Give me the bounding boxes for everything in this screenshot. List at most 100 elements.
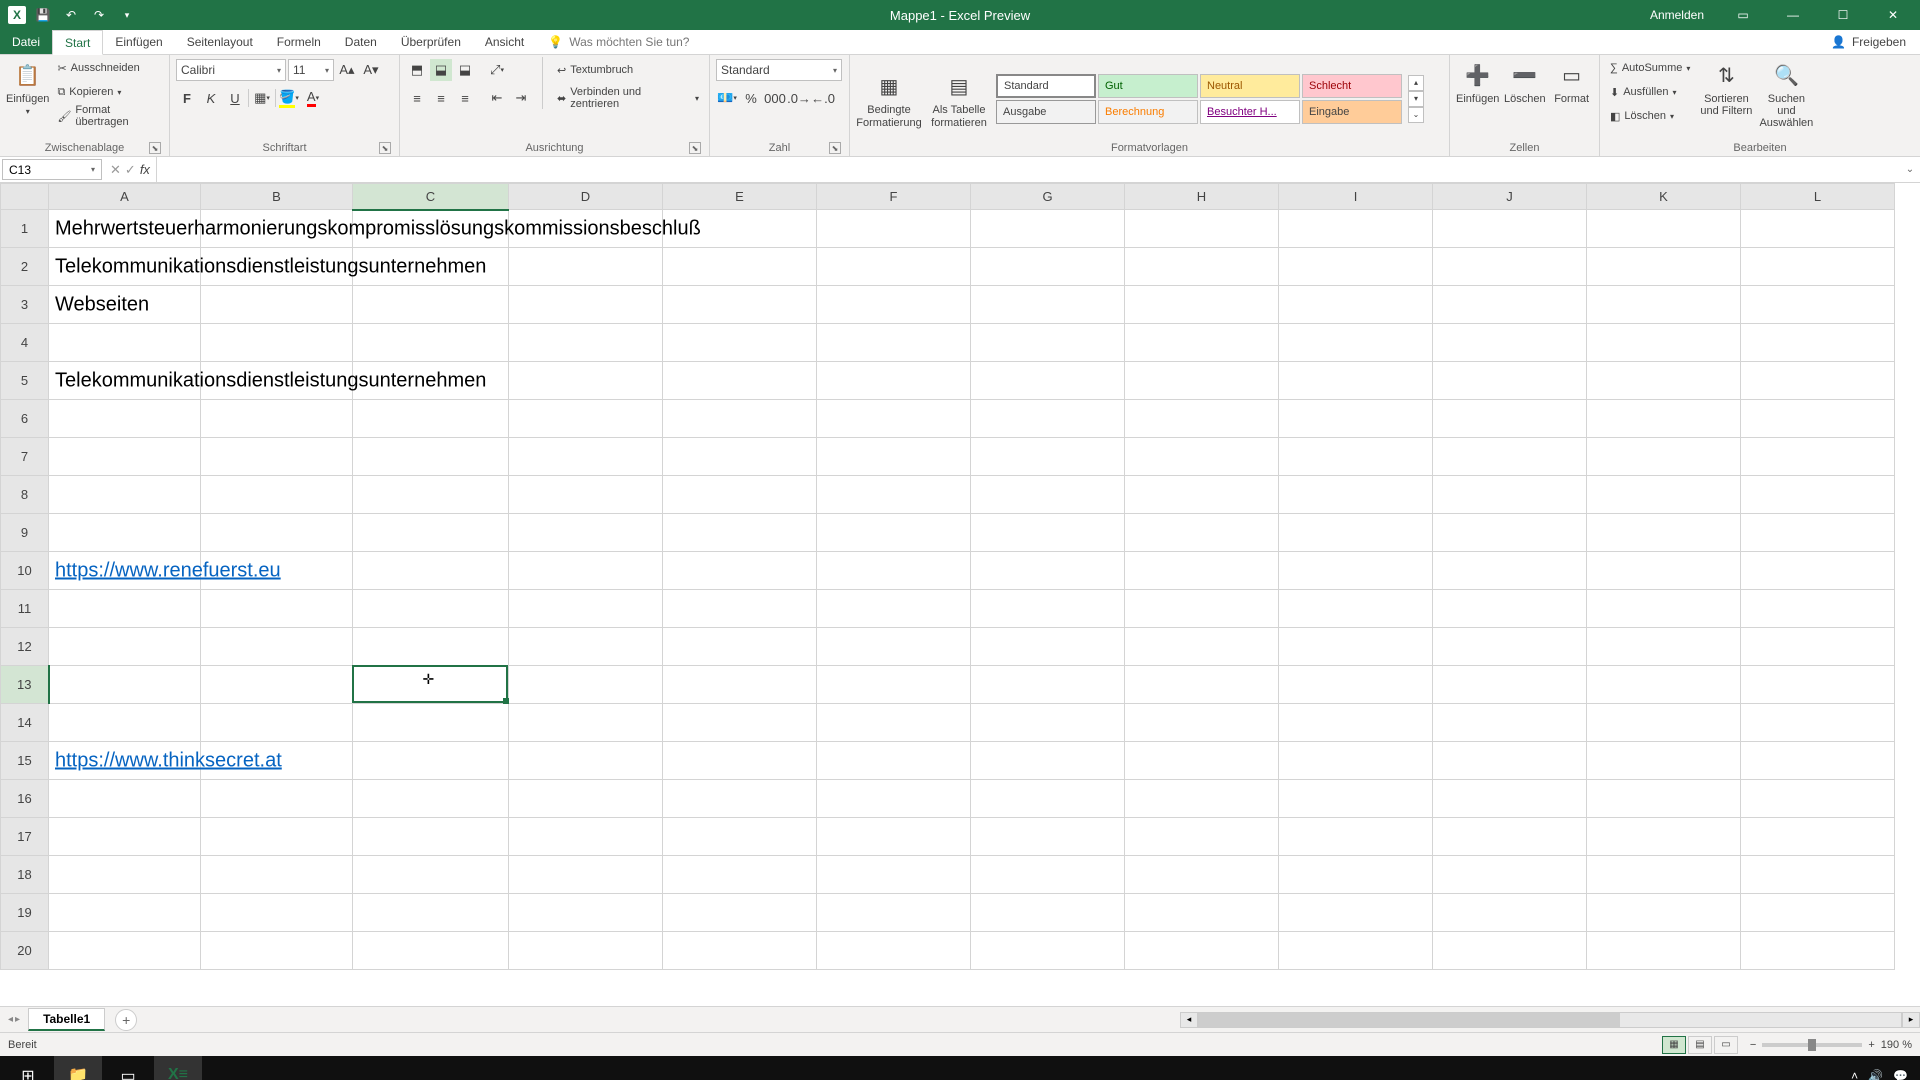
cell[interactable]: [509, 894, 663, 932]
wrap-text-button[interactable]: ↩Textumbruch: [553, 59, 703, 81]
accounting-format-icon[interactable]: 💶▾: [716, 87, 738, 109]
format-as-table-button[interactable]: ▤ Als Tabelle formatieren: [926, 68, 992, 128]
cell[interactable]: [817, 552, 971, 590]
underline-icon[interactable]: U: [224, 87, 246, 109]
cell[interactable]: [817, 780, 971, 818]
conditional-formatting-button[interactable]: ▦ Bedingte Formatierung: [856, 68, 922, 128]
style-besuchter-hyperlink[interactable]: Besuchter H...: [1200, 100, 1300, 124]
cell[interactable]: [663, 476, 817, 514]
cell[interactable]: [1125, 818, 1279, 856]
cell[interactable]: [201, 210, 353, 248]
cell[interactable]: [1279, 666, 1433, 704]
cell[interactable]: [1125, 362, 1279, 400]
cell[interactable]: [353, 932, 509, 970]
cell[interactable]: Telekommunikationsdienstleistungsunterne…: [49, 362, 201, 400]
copy-button[interactable]: ⧉Kopieren▾: [53, 81, 163, 103]
increase-indent-icon[interactable]: ⇥: [510, 87, 532, 109]
cell[interactable]: [509, 628, 663, 666]
style-berechnung[interactable]: Berechnung: [1098, 100, 1198, 124]
cell[interactable]: [1587, 704, 1741, 742]
tab-review[interactable]: Überprüfen: [389, 30, 473, 54]
cell[interactable]: [663, 552, 817, 590]
row-header[interactable]: 4: [1, 324, 49, 362]
insert-cells-button[interactable]: ➕Einfügen: [1456, 57, 1499, 105]
cell[interactable]: [1587, 438, 1741, 476]
row-header[interactable]: 1: [1, 210, 49, 248]
gallery-up-icon[interactable]: ▴: [1408, 75, 1424, 91]
cell[interactable]: [1433, 932, 1587, 970]
cell[interactable]: [663, 856, 817, 894]
cell[interactable]: [1279, 628, 1433, 666]
cell[interactable]: [201, 324, 353, 362]
cell[interactable]: [49, 818, 201, 856]
cell[interactable]: [971, 818, 1125, 856]
cell[interactable]: [1741, 818, 1895, 856]
cell[interactable]: [1433, 666, 1587, 704]
redo-icon[interactable]: ↷: [88, 4, 110, 26]
row-header[interactable]: 16: [1, 780, 49, 818]
cell[interactable]: [1125, 590, 1279, 628]
cell[interactable]: [1125, 552, 1279, 590]
cell[interactable]: [49, 666, 201, 704]
column-header[interactable]: E: [663, 184, 817, 210]
cell[interactable]: [1125, 476, 1279, 514]
cell[interactable]: [353, 894, 509, 932]
cell[interactable]: [1279, 932, 1433, 970]
cell[interactable]: [1433, 552, 1587, 590]
cell[interactable]: [1587, 476, 1741, 514]
style-ausgabe[interactable]: Ausgabe: [996, 100, 1096, 124]
cell[interactable]: [49, 932, 201, 970]
cell[interactable]: [1587, 286, 1741, 324]
cell[interactable]: [353, 514, 509, 552]
cell[interactable]: [201, 780, 353, 818]
cell[interactable]: [971, 628, 1125, 666]
cell[interactable]: [1741, 628, 1895, 666]
font-name-combo[interactable]: Calibri▾: [176, 59, 286, 81]
start-button-icon[interactable]: ⊞: [4, 1056, 52, 1080]
cell[interactable]: [1433, 780, 1587, 818]
row-header[interactable]: 11: [1, 590, 49, 628]
cell[interactable]: [663, 400, 817, 438]
cell[interactable]: [201, 894, 353, 932]
column-header[interactable]: A: [49, 184, 201, 210]
format-cells-button[interactable]: ▭Format: [1550, 57, 1593, 105]
cell[interactable]: [1279, 362, 1433, 400]
tray-up-icon[interactable]: ˄: [1851, 1069, 1858, 1080]
cell[interactable]: [663, 286, 817, 324]
cell[interactable]: [1587, 590, 1741, 628]
cell[interactable]: [663, 438, 817, 476]
fx-icon[interactable]: fx: [140, 162, 150, 177]
cell[interactable]: [1741, 894, 1895, 932]
row-header[interactable]: 6: [1, 400, 49, 438]
cell[interactable]: [201, 628, 353, 666]
cell[interactable]: [1587, 628, 1741, 666]
cell[interactable]: [1587, 552, 1741, 590]
normal-view-icon[interactable]: ▦: [1662, 1036, 1686, 1054]
cell[interactable]: [1279, 476, 1433, 514]
cell[interactable]: [201, 742, 353, 780]
cell[interactable]: [663, 818, 817, 856]
cell[interactable]: [817, 742, 971, 780]
cell[interactable]: [663, 362, 817, 400]
cell[interactable]: [1279, 248, 1433, 286]
row-header[interactable]: 17: [1, 818, 49, 856]
cell[interactable]: [971, 894, 1125, 932]
cell[interactable]: [201, 932, 353, 970]
orientation-icon[interactable]: ⤢▾: [486, 59, 508, 81]
cell[interactable]: [971, 324, 1125, 362]
cell[interactable]: [1587, 362, 1741, 400]
find-select-button[interactable]: 🔍Suchen und Auswählen: [1758, 57, 1814, 129]
cell[interactable]: [1279, 590, 1433, 628]
format-painter-button[interactable]: 🖌Format übertragen: [53, 105, 163, 127]
row-header[interactable]: 14: [1, 704, 49, 742]
cell[interactable]: [1587, 400, 1741, 438]
row-header[interactable]: 5: [1, 362, 49, 400]
borders-icon[interactable]: ▦▾: [251, 87, 273, 109]
cell[interactable]: [817, 932, 971, 970]
cell[interactable]: [1741, 400, 1895, 438]
cell[interactable]: [201, 362, 353, 400]
maximize-icon[interactable]: ☐: [1820, 0, 1866, 30]
cell[interactable]: [971, 438, 1125, 476]
cell[interactable]: [971, 210, 1125, 248]
decrease-decimal-icon[interactable]: ←.0: [812, 87, 834, 109]
